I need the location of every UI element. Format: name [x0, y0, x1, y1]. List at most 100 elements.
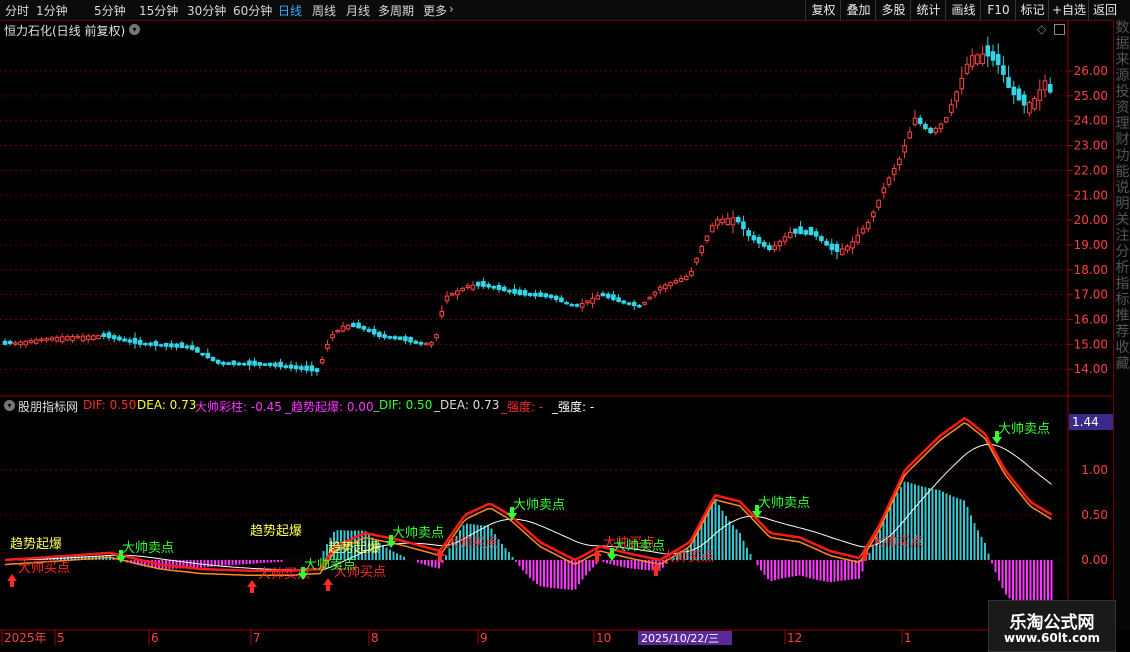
candle-body	[699, 245, 705, 254]
candle-body	[262, 363, 268, 366]
macd-bar	[277, 560, 279, 563]
candle-body	[200, 352, 205, 356]
macd-bar	[543, 560, 545, 587]
chevron-down-icon[interactable]: ▾	[4, 400, 15, 411]
readout-color-bar: 大帅彩柱: -0.45	[195, 400, 282, 414]
candle-body	[938, 123, 944, 130]
candle-body	[70, 336, 75, 342]
candle-body	[163, 342, 169, 347]
strip-glyph: 荐	[1115, 324, 1130, 340]
candle-body	[231, 360, 237, 366]
macd-bar	[546, 560, 549, 588]
candle-body	[798, 226, 803, 235]
strip-glyph: 理	[1115, 116, 1130, 132]
candle-body	[943, 117, 949, 123]
candle-body	[595, 295, 601, 300]
macd-bar	[172, 560, 174, 569]
macd-bar	[634, 560, 636, 569]
macd-bar	[270, 560, 272, 563]
candle-body	[886, 177, 892, 185]
macd-bar	[613, 560, 615, 566]
strip-glyph: 指	[1115, 276, 1130, 292]
candle-body	[335, 329, 341, 333]
sell-signal-label: 大帅卖点	[392, 526, 444, 541]
macd-bar	[203, 560, 206, 568]
strip-glyph: 关	[1115, 212, 1130, 228]
macd-bar	[851, 560, 853, 580]
macd-bar	[924, 487, 927, 560]
candle-body	[122, 338, 127, 342]
date-label: 10	[596, 631, 611, 645]
candle-body	[85, 335, 91, 340]
candle-body	[179, 342, 185, 348]
window-icon[interactable]	[1054, 24, 1065, 35]
strip-glyph: 明	[1115, 196, 1130, 212]
candle-body	[533, 292, 538, 297]
candle-body	[819, 236, 824, 242]
candle-body	[969, 55, 975, 67]
candle-body	[865, 221, 871, 230]
macd-bar	[522, 560, 524, 571]
sell-signal-label: 大帅卖点	[122, 541, 174, 556]
macd-bar	[564, 560, 566, 590]
candle-body	[694, 257, 699, 263]
candle-body	[247, 360, 252, 366]
strip-glyph: 注	[1115, 228, 1130, 244]
macd-bar	[616, 560, 619, 566]
price-tick-label: 18.00	[1074, 263, 1108, 277]
candle-body	[793, 228, 798, 234]
candle-body	[101, 333, 107, 337]
strip-glyph: 来	[1115, 52, 1130, 68]
macd-bar	[732, 525, 734, 560]
candle-body	[106, 332, 112, 339]
indicator-name[interactable]: 股朋指标网	[18, 398, 78, 415]
macd-bar	[742, 540, 745, 560]
candle-body	[148, 342, 153, 346]
macd-bar	[231, 560, 234, 565]
candle-body	[782, 236, 788, 242]
macd-bar	[235, 560, 237, 565]
strip-glyph: 资	[1115, 100, 1130, 116]
macd-bar	[959, 499, 962, 560]
trend-signal-label: 趋势起爆	[250, 523, 302, 539]
macd-bar	[721, 510, 724, 560]
diamond-icon[interactable]: ◇	[1037, 22, 1046, 36]
macd-bar	[501, 543, 503, 560]
candle-body	[33, 339, 39, 344]
macd-bar	[609, 560, 612, 565]
candle-body	[444, 295, 450, 302]
right-info-strip[interactable]: 数据来源投资理财功能说明关注分析指标推荐收藏	[1113, 20, 1130, 630]
candle-body	[366, 328, 372, 332]
candle-body	[460, 287, 465, 292]
macd-bar	[840, 560, 843, 581]
candle-body	[54, 336, 60, 342]
stock-chart[interactable]: 26.00 25.00 24.00 23.00 22.00 21.00 20.00 19.00…	[0, 0, 1113, 650]
macd-bar	[823, 560, 825, 582]
macd-bar	[508, 552, 510, 560]
candle-body	[876, 199, 881, 208]
candle-body	[813, 231, 819, 237]
price-tick-label: 17.00	[1074, 288, 1108, 302]
strip-glyph: 说	[1115, 180, 1130, 196]
macd-bar	[861, 560, 864, 572]
watermark-logo: 乐淘公式网 www.60lt.com	[988, 600, 1116, 652]
candle-body	[881, 187, 887, 194]
candle-body	[252, 360, 257, 366]
candle-body	[491, 285, 497, 289]
candle-body	[127, 339, 133, 343]
macd-bar	[889, 505, 892, 560]
macd-bar	[847, 560, 850, 580]
readout-strength-white: _强度: -	[552, 400, 595, 414]
strip-glyph: 藏	[1115, 356, 1130, 372]
macd-bar	[980, 536, 983, 560]
candle-body	[912, 117, 918, 126]
candle-body	[1011, 86, 1017, 96]
candle-body	[39, 338, 44, 342]
chevron-down-icon[interactable]: ▾	[129, 24, 140, 35]
candle-body	[455, 290, 460, 296]
price-tick-label: 14.00	[1074, 362, 1108, 376]
candle-body	[278, 361, 283, 368]
candle-body	[959, 78, 965, 90]
macd-bar	[403, 556, 405, 560]
indicator-tick-label: 1.00	[1081, 463, 1108, 477]
